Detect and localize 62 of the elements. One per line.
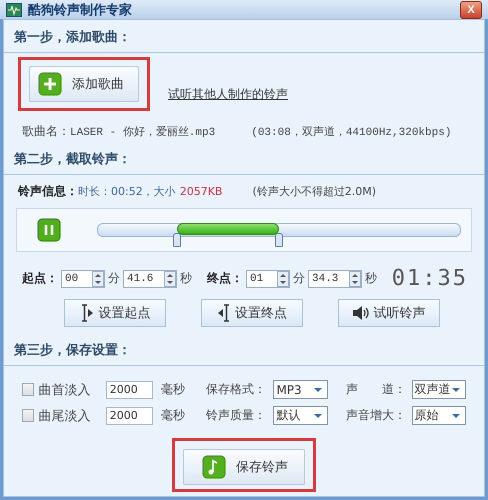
- song-name: LASER - 你好，爱丽丝.mp3: [70, 125, 216, 139]
- dropdown-caret-icon: [450, 386, 461, 392]
- dropdown[interactable]: MP3: [273, 380, 328, 399]
- dropdown[interactable]: 原始: [412, 406, 466, 425]
- set-start-button[interactable]: 设置起点: [64, 299, 166, 327]
- slider-track[interactable]: [97, 223, 461, 248]
- spin-field[interactable]: 41.6: [123, 270, 177, 288]
- spin-arrows-icon[interactable]: [349, 270, 361, 286]
- waveform-app-icon: [6, 2, 22, 16]
- dropdown-caret-icon: [450, 412, 461, 418]
- spin-field[interactable]: 00: [61, 270, 105, 288]
- section-heading: 第二步，截取铃声：: [4, 142, 484, 175]
- spin-arrows-icon[interactable]: [277, 270, 289, 286]
- section-heading: 第一步，添加歌曲：: [4, 20, 484, 53]
- end-label: 终点：: [207, 270, 243, 287]
- start-label: 起点：: [22, 270, 58, 287]
- setting-label: 声 道：: [346, 381, 407, 398]
- end-marker-icon: [216, 304, 231, 322]
- ringtone-info-label: 铃声信息：: [18, 183, 78, 200]
- fade-label: 曲首淡入: [38, 382, 92, 398]
- second-unit: 秒: [365, 270, 377, 287]
- setting-label: 保存格式：: [206, 381, 267, 398]
- slider-handle[interactable]: [173, 233, 182, 247]
- preview-others-link[interactable]: 试听其他人制作的铃声: [168, 86, 288, 102]
- ms-unit: 毫秒: [160, 381, 186, 398]
- set-end-button[interactable]: 设置终点: [200, 299, 303, 327]
- song-info: (03:08，双声道，44100Hz,320kbps): [251, 125, 452, 139]
- save-ringtone-button[interactable]: 保存铃声: [183, 449, 305, 485]
- dropdown-caret-icon: [312, 412, 323, 418]
- speaker-icon: [352, 305, 370, 321]
- spin-field[interactable]: 34.3: [308, 270, 362, 288]
- music-note-icon: [202, 455, 226, 479]
- section-heading: 第三步，保存设置：: [4, 333, 484, 366]
- setting-label: 铃声质量：: [206, 407, 267, 424]
- slider-handle[interactable]: [275, 233, 283, 247]
- dropdown-caret-icon: [312, 386, 323, 392]
- spin-arrows-icon[interactable]: [164, 270, 176, 286]
- minute-unit: 分: [293, 270, 305, 287]
- file-size: 2057KB: [180, 185, 222, 198]
- checkbox[interactable]: [22, 409, 34, 422]
- fade-label: 曲尾淡入: [38, 408, 92, 424]
- song-label: 歌曲名：: [22, 123, 70, 140]
- window-title: 酷狗铃声制作专家: [28, 2, 133, 18]
- add-song-button[interactable]: 添加歌曲: [29, 66, 139, 102]
- checkbox[interactable]: [22, 383, 34, 396]
- spin-arrows-icon[interactable]: [92, 270, 104, 286]
- pause-button[interactable]: [37, 218, 61, 242]
- ms-unit: 毫秒: [160, 407, 186, 424]
- spin-field[interactable]: 01: [246, 270, 290, 288]
- dropdown[interactable]: 双声道: [412, 380, 466, 399]
- size-limit-note: (铃声大小不得超过2.0M): [252, 184, 376, 199]
- second-unit: 秒: [180, 270, 192, 287]
- duration-text: 时长：00:52，大小: [78, 184, 176, 199]
- setting-label: 声音增大：: [346, 407, 407, 424]
- preview-button[interactable]: 试听铃声: [338, 299, 440, 327]
- minute-unit: 分: [108, 270, 120, 287]
- plus-icon: [38, 72, 62, 96]
- start-marker-icon: [80, 304, 94, 322]
- fade-duration-field[interactable]: 2000: [106, 406, 153, 424]
- duration-display: 01:35: [392, 266, 468, 291]
- dropdown[interactable]: 默认: [273, 406, 328, 425]
- fade-duration-field[interactable]: 2000: [106, 380, 153, 398]
